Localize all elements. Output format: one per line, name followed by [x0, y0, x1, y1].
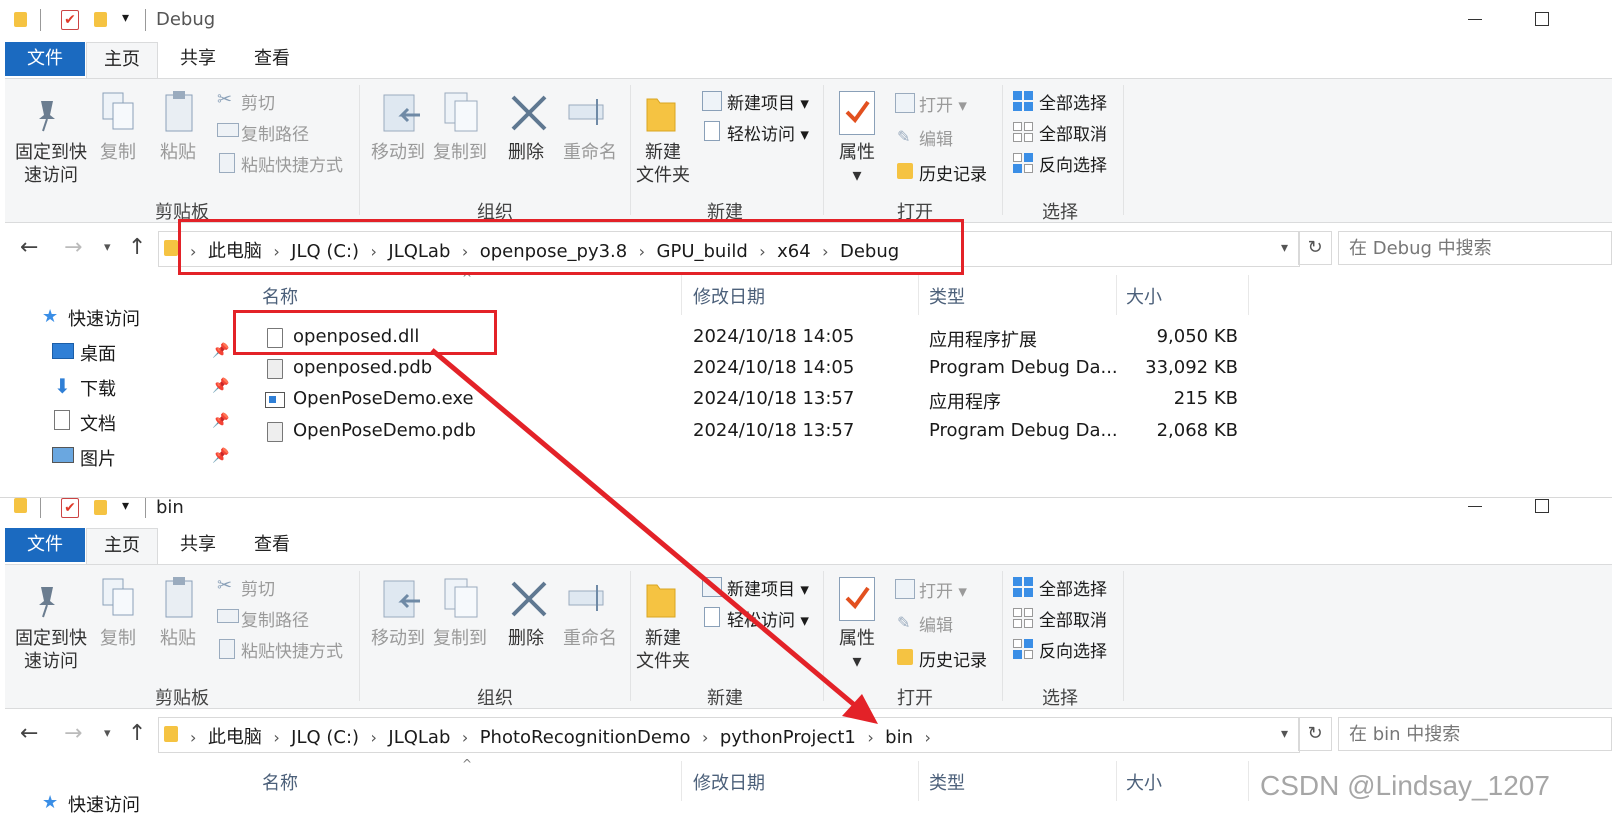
watermark: CSDN @Lindsay_1207 [1260, 770, 1550, 801]
annotation-arrow [430, 348, 878, 724]
